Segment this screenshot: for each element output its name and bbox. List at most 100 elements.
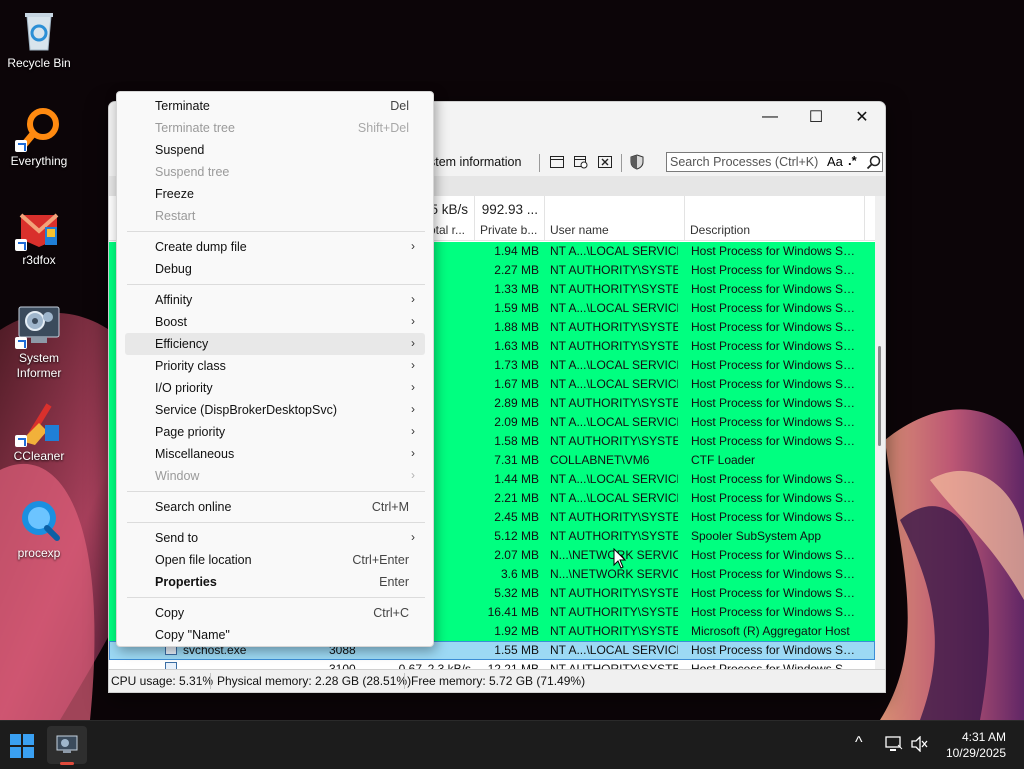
- user-name-cell: NT A...\LOCAL SERVICE: [550, 415, 678, 429]
- procexp-icon: [17, 498, 61, 542]
- description-cell: Host Process for Windows Ser...: [691, 377, 857, 391]
- menu-item-create-dump-file[interactable]: Create dump file ›: [125, 236, 425, 258]
- column-header-description[interactable]: Description: [685, 196, 865, 240]
- process-context-menu[interactable]: Terminate Del Terminate tree Shift+Del Suspe…: [116, 91, 434, 647]
- cpu-usage-status: CPU usage: 5.31%: [111, 674, 214, 688]
- window-icon[interactable]: [549, 154, 565, 170]
- description-cell: Host Process for Windows Ser...: [691, 415, 857, 429]
- regex-toggle[interactable]: .*: [848, 153, 857, 168]
- desktop-icon-recycle-bin[interactable]: Recycle Bin: [0, 8, 78, 71]
- volume-muted-icon[interactable]: [911, 736, 929, 752]
- column-header-private-bytes[interactable]: 992.93 ... Private b...: [475, 196, 545, 240]
- description-cell: Host Process for Windows Ser...: [691, 491, 857, 505]
- private-bytes-cell: 3.6 MB: [500, 567, 539, 581]
- column-aggregate: 5 kB/s: [430, 202, 468, 217]
- description-cell: Host Process for Windows Ser...: [691, 301, 857, 315]
- tray-overflow-chevron-icon[interactable]: ^: [855, 734, 863, 752]
- menu-item-search-online[interactable]: Search online Ctrl+M: [125, 496, 425, 518]
- menu-item-freeze[interactable]: Freeze: [125, 183, 425, 205]
- close-window-icon[interactable]: [597, 154, 613, 170]
- user-name-cell: NT A...\LOCAL SERVICE: [550, 358, 678, 372]
- network-icon[interactable]: [885, 736, 903, 752]
- search-input[interactable]: [667, 153, 827, 171]
- table-row[interactable]: ... 3100 0.67 2.3 kB/s 12.21 MB NT AUTHORITY\…: [109, 660, 875, 669]
- description-cell: Host Process for Windows Ser...: [691, 567, 857, 581]
- menu-item-copy-name[interactable]: Copy "Name": [125, 624, 425, 646]
- desktop-icon-ccleaner[interactable]: CCleaner: [0, 401, 78, 464]
- menu-item-suspend-tree: Suspend tree: [125, 161, 425, 183]
- menu-item-i-o-priority[interactable]: I/O priority ›: [125, 377, 425, 399]
- desktop-icon-procexp[interactable]: procexp: [0, 498, 78, 561]
- private-bytes-cell: 16.41 MB: [487, 605, 539, 619]
- find-window-icon[interactable]: [573, 154, 589, 170]
- clock-date: 10/29/2025: [945, 746, 1006, 760]
- menu-item-label: Affinity: [155, 293, 193, 307]
- column-header-user-name[interactable]: User name: [545, 196, 685, 240]
- description-cell: Microsoft (R) Aggregator Host: [691, 624, 850, 638]
- private-bytes-cell: 2.45 MB: [494, 510, 539, 524]
- menu-item-debug[interactable]: Debug: [125, 258, 425, 280]
- menu-item-efficiency[interactable]: Efficiency ›: [125, 333, 425, 355]
- user-name-cell: NT AUTHORITY\SYSTEM: [550, 320, 678, 334]
- search-icon[interactable]: [866, 155, 881, 170]
- menu-item-label: Suspend tree: [155, 165, 230, 179]
- chevron-right-icon: ›: [411, 468, 415, 482]
- menu-item-shortcut: Del: [390, 99, 409, 113]
- taskbar-app-system-informer[interactable]: [47, 726, 87, 764]
- match-case-toggle[interactable]: Aa: [827, 154, 843, 169]
- menu-item-properties[interactable]: Properties Enter: [125, 571, 425, 593]
- system-clock[interactable]: 4:31 AM 10/29/2025: [946, 729, 1006, 761]
- minimize-button[interactable]: —: [747, 102, 793, 132]
- system-information-button[interactable]: stem information: [429, 155, 521, 169]
- private-bytes-cell: 7.31 MB: [494, 453, 539, 467]
- desktop-icon-r3dfox[interactable]: r3dfox: [0, 205, 78, 268]
- private-bytes-cell: 2.27 MB: [494, 263, 539, 277]
- taskbar: ^ 4:31 AM 10/29/2025: [0, 720, 1024, 769]
- user-name-cell: NT AUTHORITY\SYSTEM: [550, 605, 678, 619]
- menu-item-label: I/O priority: [155, 381, 213, 395]
- physical-memory-status: Physical memory: 2.28 GB (28.51%): [217, 674, 412, 688]
- desktop-icon-everything[interactable]: Everything: [0, 106, 78, 169]
- maximize-button[interactable]: ☐: [793, 102, 839, 132]
- status-bar: CPU usage: 5.31% Physical memory: 2.28 G…: [109, 669, 885, 692]
- menu-item-affinity[interactable]: Affinity ›: [125, 289, 425, 311]
- menu-item-priority-class[interactable]: Priority class ›: [125, 355, 425, 377]
- menu-separator: [127, 491, 425, 492]
- menu-item-open-file-location[interactable]: Open file location Ctrl+Enter: [125, 549, 425, 571]
- menu-item-label: Terminate: [155, 99, 210, 113]
- desktop-icon-system-informer[interactable]: System Informer: [0, 303, 78, 381]
- menu-item-copy[interactable]: Copy Ctrl+C: [125, 602, 425, 624]
- windows-start-icon[interactable]: [10, 734, 34, 758]
- description-cell: Host Process for Windows Ser...: [691, 662, 857, 669]
- description-cell: Host Process for Windows Ser...: [691, 510, 857, 524]
- column-label: otal r...: [429, 223, 466, 237]
- column-aggregate: 992.93 ...: [481, 202, 538, 217]
- description-cell: Spooler SubSystem App: [691, 529, 822, 543]
- description-cell: Host Process for Windows Ser...: [691, 605, 857, 619]
- private-bytes-cell: 1.73 MB: [494, 358, 539, 372]
- menu-item-miscellaneous[interactable]: Miscellaneous ›: [125, 443, 425, 465]
- description-cell: Host Process for Windows Ser...: [691, 339, 857, 353]
- menu-item-shortcut: Shift+Del: [357, 121, 409, 135]
- user-name-cell: N...\NETWORK SERVICE: [550, 567, 678, 581]
- user-name-cell: NT A...\LOCAL SERVICE: [550, 244, 678, 258]
- menu-item-label: Freeze: [155, 187, 194, 201]
- menu-item-page-priority[interactable]: Page priority ›: [125, 421, 425, 443]
- menu-item-send-to[interactable]: Send to ›: [125, 527, 425, 549]
- user-name-cell: COLLABNET\VM6: [550, 453, 650, 467]
- vertical-scrollbar[interactable]: [875, 196, 885, 669]
- private-bytes-cell: 1.44 MB: [494, 472, 539, 486]
- user-name-cell: NT A...\LOCAL SERVICE: [550, 472, 678, 486]
- search-box[interactable]: Aa .*: [666, 152, 883, 172]
- menu-item-label: Open file location: [155, 553, 252, 567]
- description-cell: Host Process for Windows Ser...: [691, 643, 857, 657]
- close-button[interactable]: ✕: [839, 102, 885, 132]
- desktop-icon-label: System Informer: [16, 351, 62, 380]
- menu-item-suspend[interactable]: Suspend: [125, 139, 425, 161]
- shield-icon[interactable]: [629, 154, 645, 170]
- scrollbar-thumb[interactable]: [878, 346, 881, 446]
- menu-item-terminate[interactable]: Terminate Del: [125, 95, 425, 117]
- menu-item-service-dispbrokerdesktopsvc[interactable]: Service (DispBrokerDesktopSvc) ›: [125, 399, 425, 421]
- menu-item-shortcut: Ctrl+Enter: [352, 553, 409, 567]
- menu-item-boost[interactable]: Boost ›: [125, 311, 425, 333]
